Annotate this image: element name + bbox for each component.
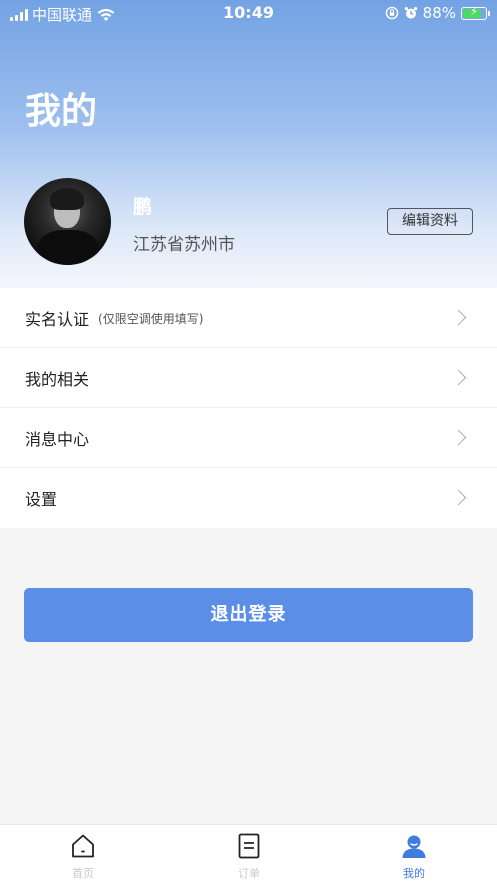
menu-item-subtitle: (仅限空调使用填写) (98, 312, 204, 326)
tab-home[interactable]: 首页 (0, 825, 166, 883)
app-root: 中国联通 10:49 88% ⚡ 我的 鹏 江苏省苏州市 编辑资料 实名认证 (… (0, 0, 497, 883)
user-location: 江苏省苏州市 (133, 235, 235, 255)
user-name: 鹏 (133, 196, 153, 218)
orientation-lock-icon (385, 6, 398, 20)
avatar[interactable] (24, 178, 111, 265)
page-title: 我的 (25, 91, 98, 132)
tab-label: 我的 (403, 867, 425, 880)
battery-percent: 88% (422, 4, 456, 22)
menu-list: 实名认证 (仅限空调使用填写) 我的相关 消息中心 设置 (0, 288, 497, 528)
menu-item-label: 我的相关 (25, 369, 90, 389)
tab-bar: 首页 订单 我的 (0, 824, 497, 883)
alarm-icon (404, 7, 417, 19)
battery-charging-icon: ⚡ (461, 4, 490, 20)
menu-item-message-center[interactable]: 消息中心 (0, 408, 497, 468)
home-icon (72, 834, 94, 858)
chevron-right-icon (450, 309, 467, 326)
menu-item-real-name-verification[interactable]: 实名认证 (仅限空调使用填写) (0, 288, 497, 348)
menu-item-label: 实名认证 (25, 309, 90, 329)
menu-item-label: 消息中心 (25, 429, 90, 449)
order-icon (238, 833, 260, 859)
profile-icon (402, 835, 426, 858)
chevron-right-icon (450, 489, 467, 506)
tab-orders[interactable]: 订单 (166, 825, 332, 883)
charging-bolt-icon: ⚡ (470, 4, 478, 18)
tab-mine[interactable]: 我的 (331, 825, 497, 883)
chevron-right-icon (450, 429, 467, 446)
menu-item-settings[interactable]: 设置 (0, 468, 497, 528)
status-right: 88% ⚡ (385, 4, 490, 22)
status-bar: 中国联通 10:49 88% ⚡ (0, 0, 497, 26)
menu-item-label: 设置 (25, 490, 58, 509)
tab-label: 订单 (238, 867, 260, 880)
tab-label: 首页 (72, 867, 94, 880)
logout-button[interactable]: 退出登录 (24, 588, 473, 642)
edit-profile-button[interactable]: 编辑资料 (387, 208, 473, 235)
chevron-right-icon (450, 369, 467, 386)
menu-item-my-related[interactable]: 我的相关 (0, 348, 497, 408)
